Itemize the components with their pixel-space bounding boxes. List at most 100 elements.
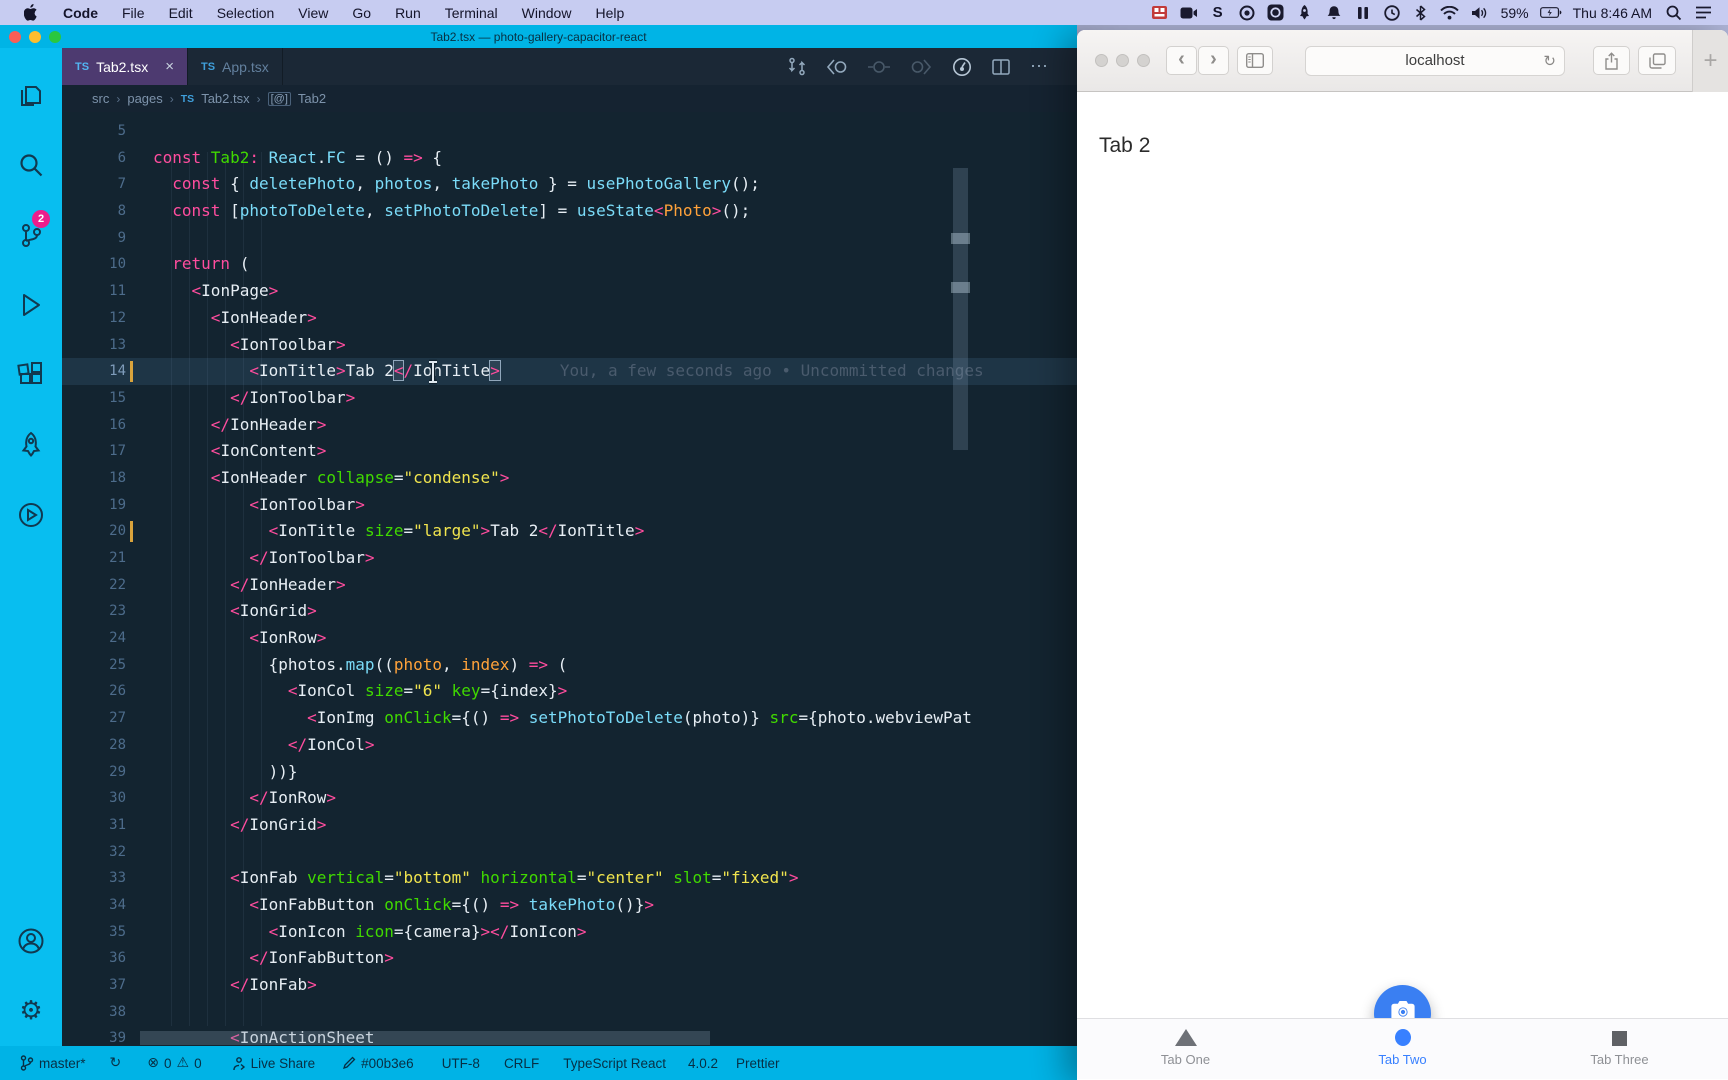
code-line-37[interactable]: 37 </IonFab>: [62, 972, 1077, 999]
back-button[interactable]: ‹: [1166, 46, 1197, 75]
debug-icon[interactable]: [0, 270, 62, 340]
code-line-29[interactable]: 29 ))}: [62, 759, 1077, 786]
editor-vertical-scrollbar[interactable]: [953, 168, 968, 450]
clock-icon[interactable]: [1381, 0, 1403, 25]
editor-tab-app.tsx[interactable]: TS App.tsx: [188, 48, 283, 85]
breadcrumb-symbol[interactable]: Tab2: [298, 91, 326, 106]
sync-icon[interactable]: ↻: [110, 1055, 122, 1071]
settings-icon[interactable]: ⚙: [0, 976, 62, 1046]
volume-icon[interactable]: [1468, 0, 1490, 25]
code-line-19[interactable]: 19 <IonToolbar>: [62, 492, 1077, 519]
code-line-35[interactable]: 35 <IonIcon icon={camera}></IonIcon>: [62, 919, 1077, 946]
menu-app-name[interactable]: Code: [53, 0, 108, 25]
new-tab-button[interactable]: +: [1692, 30, 1728, 92]
bell-icon[interactable]: [1323, 0, 1345, 25]
control-window-icon[interactable]: [1265, 0, 1287, 25]
code-line-8[interactable]: 8 const [photoToDelete, setPhotoToDelete…: [62, 198, 1077, 225]
eol-indicator[interactable]: CRLF: [504, 1056, 539, 1071]
tab-overview-icon[interactable]: [1638, 46, 1676, 75]
app-tab-tab-one[interactable]: Tab One: [1077, 1019, 1294, 1079]
code-line-5[interactable]: 5: [62, 118, 1077, 145]
breadcrumb-pages[interactable]: pages: [127, 91, 162, 106]
minimize-window-button[interactable]: [29, 30, 41, 43]
run-circle-icon[interactable]: [0, 480, 62, 550]
close-icon[interactable]: ×: [165, 58, 174, 75]
vscode-title-bar[interactable]: Tab2.tsx — photo-gallery-capacitor-react: [0, 25, 1077, 48]
film-icon[interactable]: [1149, 0, 1171, 25]
record-icon[interactable]: [1236, 0, 1258, 25]
code-line-20[interactable]: 20 <IonTitle size="large">Tab 2</IonTitl…: [62, 518, 1077, 545]
spotlight-search-icon[interactable]: [1663, 0, 1685, 25]
source-control-icon[interactable]: 2: [0, 200, 62, 270]
menu-clock[interactable]: Thu 8:46 AM: [1569, 5, 1656, 21]
editor-tab-tab2.tsx[interactable]: TS Tab2.tsx ×: [62, 48, 188, 85]
menu-selection[interactable]: Selection: [207, 0, 285, 25]
account-icon[interactable]: [0, 906, 62, 976]
menu-run[interactable]: Run: [385, 0, 431, 25]
rocket-icon[interactable]: [1294, 0, 1316, 25]
zoom-window-button[interactable]: [49, 30, 61, 43]
app-tab-tab-three[interactable]: Tab Three: [1511, 1019, 1728, 1079]
run-timer-icon[interactable]: [952, 57, 972, 77]
close-window-button[interactable]: [1095, 54, 1108, 67]
code-line-31[interactable]: 31 </IonGrid>: [62, 812, 1077, 839]
code-line-15[interactable]: 15 </IonToolbar>: [62, 385, 1077, 412]
camera-icon[interactable]: [1178, 0, 1200, 25]
pause-icon[interactable]: [1352, 0, 1374, 25]
s-app-icon[interactable]: S: [1207, 0, 1229, 25]
explorer-icon[interactable]: [0, 60, 62, 130]
navigate-forward-icon[interactable]: [910, 58, 932, 76]
bluetooth-icon[interactable]: [1410, 0, 1432, 25]
menu-terminal[interactable]: Terminal: [435, 0, 508, 25]
sidebar-icon[interactable]: [1237, 46, 1273, 75]
code-line-34[interactable]: 34 <IonFabButton onClick={() => takePhot…: [62, 892, 1077, 919]
code-line-22[interactable]: 22 </IonHeader>: [62, 572, 1077, 599]
code-line-26[interactable]: 26 <IonCol size="6" key={index}>: [62, 678, 1077, 705]
zoom-window-button[interactable]: [1137, 54, 1150, 67]
code-line-7[interactable]: 7 const { deletePhoto, photos, takePhoto…: [62, 171, 1077, 198]
extensions-icon[interactable]: [0, 340, 62, 410]
code-line-23[interactable]: 23 <IonGrid>: [62, 598, 1077, 625]
code-line-30[interactable]: 30 </IonRow>: [62, 785, 1077, 812]
code-line-12[interactable]: 12 <IonHeader>: [62, 305, 1077, 332]
navigate-back-icon[interactable]: [826, 58, 848, 76]
code-line-16[interactable]: 16 </IonHeader>: [62, 412, 1077, 439]
code-line-14[interactable]: 14 <IonTitle>Tab 2</IonTitle> You, a few …: [62, 358, 1077, 385]
menu-window[interactable]: Window: [512, 0, 582, 25]
navigate-current-icon[interactable]: [868, 58, 890, 76]
code-line-38[interactable]: 38: [62, 999, 1077, 1026]
menu-file[interactable]: File: [112, 0, 155, 25]
problems-indicator[interactable]: ⊗ 0 ⚠ 0: [147, 1055, 201, 1071]
minimize-window-button[interactable]: [1116, 54, 1129, 67]
code-line-17[interactable]: 17 <IonContent>: [62, 438, 1077, 465]
breadcrumb-src[interactable]: src: [92, 91, 109, 106]
code-line-32[interactable]: 32: [62, 839, 1077, 866]
ionic-rocket-icon[interactable]: [0, 410, 62, 480]
color-picker-indicator[interactable]: #00b3e6: [343, 1056, 414, 1071]
git-compare-icon[interactable]: [788, 57, 806, 76]
code-line-6[interactable]: 6 const Tab2: React.FC = () => {: [62, 145, 1077, 172]
git-branch-indicator[interactable]: master*: [20, 1055, 86, 1071]
code-line-10[interactable]: 10 return (: [62, 251, 1077, 278]
encoding-indicator[interactable]: UTF-8: [442, 1056, 480, 1071]
menu-edit[interactable]: Edit: [159, 0, 203, 25]
code-line-33[interactable]: 33 <IonFab vertical="bottom" horizontal=…: [62, 865, 1077, 892]
live-share-button[interactable]: Live Share: [232, 1056, 315, 1071]
more-actions-icon[interactable]: ⋯: [1030, 56, 1049, 77]
breadcrumb-file[interactable]: Tab2.tsx: [201, 91, 249, 106]
code-line-27[interactable]: 27 <IonImg onClick={() => setPhotoToDele…: [62, 705, 1077, 732]
menu-list-icon[interactable]: [1692, 0, 1714, 25]
editor-horizontal-scrollbar[interactable]: [140, 1031, 710, 1045]
menu-view[interactable]: View: [288, 0, 338, 25]
code-line-28[interactable]: 28 </IonCol>: [62, 732, 1077, 759]
reload-icon[interactable]: ↻: [1543, 52, 1556, 70]
address-bar[interactable]: localhost ↻: [1305, 45, 1565, 76]
code-line-36[interactable]: 36 </IonFabButton>: [62, 945, 1077, 972]
ts-version-indicator[interactable]: 4.0.2: [688, 1056, 718, 1071]
formatter-indicator[interactable]: Prettier: [736, 1056, 780, 1071]
menu-go[interactable]: Go: [342, 0, 381, 25]
apple-menu-icon[interactable]: [14, 0, 49, 25]
code-line-24[interactable]: 24 <IonRow>: [62, 625, 1077, 652]
search-icon[interactable]: [0, 130, 62, 200]
close-window-button[interactable]: [9, 30, 21, 43]
